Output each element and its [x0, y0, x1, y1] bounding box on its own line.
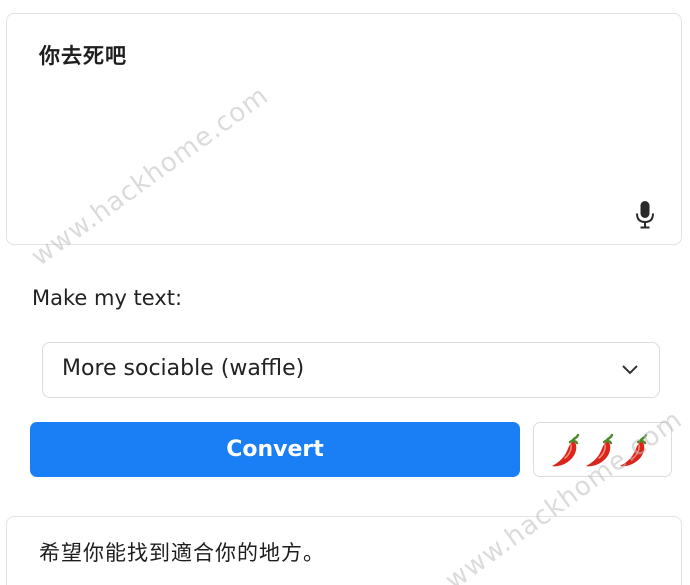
select-value: More sociable (waffle)	[62, 356, 305, 381]
style-select[interactable]: More sociable (waffle)	[42, 342, 660, 398]
chevron-down-icon	[622, 365, 638, 375]
input-text: 你去死吧	[39, 44, 127, 68]
output-text-area: 希望你能找到適合你的地方。	[6, 516, 682, 585]
input-text-area[interactable]: 你去死吧	[6, 13, 682, 245]
microphone-icon[interactable]	[633, 200, 657, 230]
chili-pepper-icon	[620, 433, 648, 467]
output-text: 希望你能找到適合你的地方。	[39, 541, 325, 565]
spice-level-indicator	[552, 433, 648, 467]
app-frame: 你去死吧 Make my text: More sociable (waffle…	[0, 0, 690, 585]
chili-pepper-icon	[586, 433, 614, 467]
make-my-text-label: Make my text:	[32, 286, 183, 310]
spice-level-button[interactable]	[533, 422, 672, 477]
chili-pepper-icon	[552, 433, 580, 467]
convert-button[interactable]: Convert	[30, 422, 520, 477]
